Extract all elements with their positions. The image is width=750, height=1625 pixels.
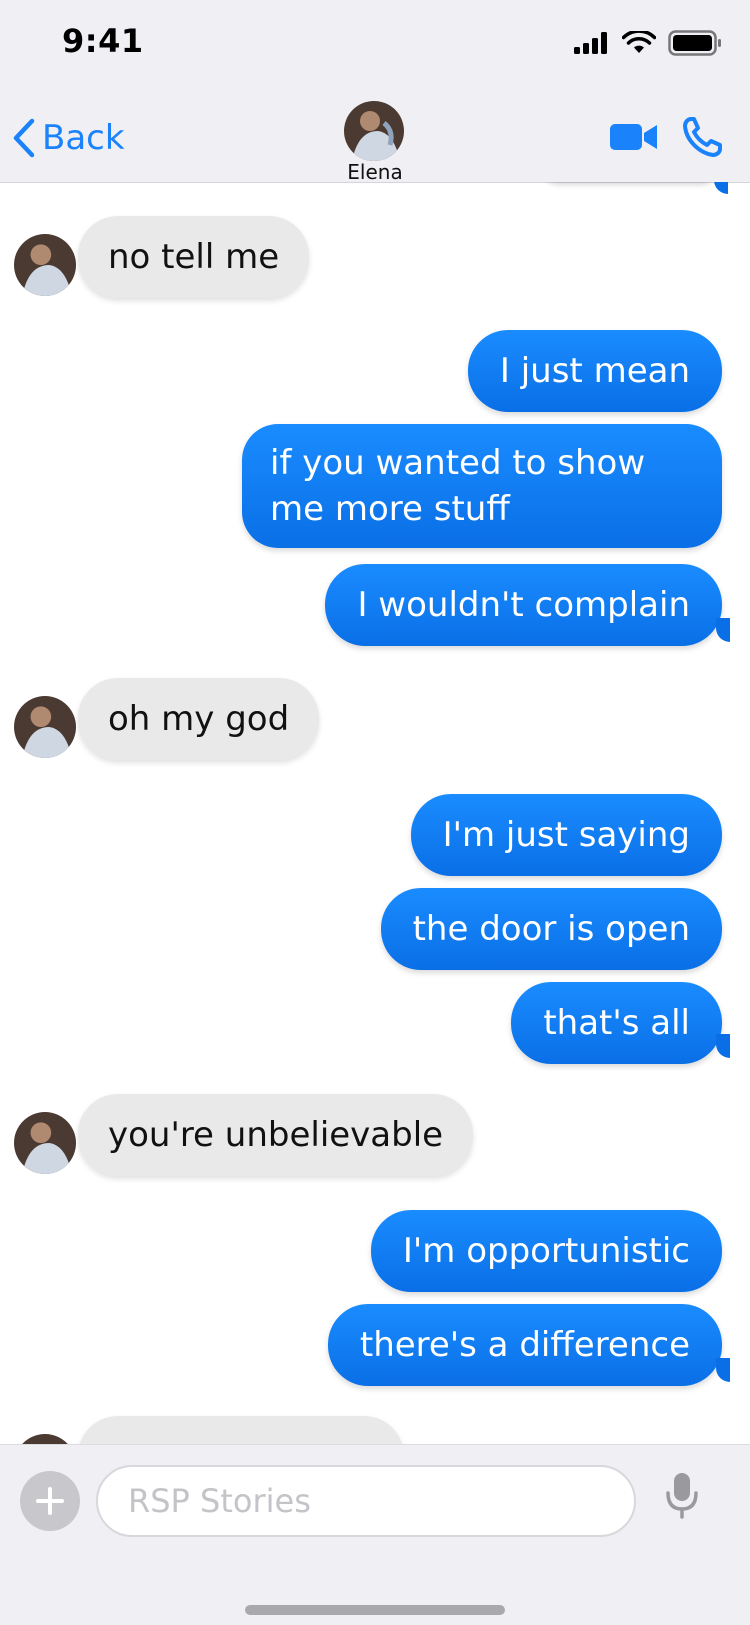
contact-avatar[interactable] bbox=[344, 101, 404, 161]
avatar[interactable] bbox=[14, 1112, 76, 1174]
bubble-tail bbox=[716, 1358, 730, 1382]
sent-message[interactable]: I just mean bbox=[467, 330, 722, 412]
avatar-photo bbox=[14, 234, 76, 296]
bubble-tail bbox=[714, 182, 728, 194]
back-label: Back bbox=[42, 118, 125, 158]
status-time: 9:41 bbox=[62, 22, 144, 60]
phone-call-button[interactable] bbox=[682, 116, 722, 162]
contact-name: Elena bbox=[347, 160, 403, 184]
avatar[interactable] bbox=[14, 1434, 76, 1444]
microphone-icon bbox=[666, 1473, 698, 1519]
received-message[interactable]: no tell me bbox=[78, 216, 310, 298]
wifi-icon bbox=[622, 31, 656, 53]
avatar-photo bbox=[14, 1112, 76, 1174]
received-message-partial[interactable] bbox=[78, 1416, 404, 1444]
avatar[interactable] bbox=[14, 696, 76, 758]
avatar-photo bbox=[344, 101, 404, 161]
avatar-photo bbox=[14, 696, 76, 758]
plus-icon bbox=[36, 1487, 64, 1515]
sent-message[interactable]: I'm just saying bbox=[410, 794, 722, 876]
phone-icon bbox=[683, 117, 722, 157]
compose-bar bbox=[0, 1444, 750, 1625]
home-indicator[interactable] bbox=[245, 1605, 505, 1615]
sent-message[interactable]: I'm opportunistic bbox=[370, 1210, 722, 1292]
video-camera-icon bbox=[610, 124, 657, 150]
message-list[interactable]: no tell me I just mean if you wanted to … bbox=[0, 182, 750, 1444]
microphone-button[interactable] bbox=[664, 1471, 700, 1523]
bubble-tail bbox=[716, 1034, 730, 1058]
status-bar: 9:41 bbox=[0, 0, 750, 88]
sent-message[interactable]: I wouldn't complain bbox=[325, 564, 722, 646]
avatar-photo bbox=[14, 1434, 76, 1444]
conversation-header: Back Elena bbox=[0, 88, 750, 184]
sent-message[interactable]: there's a difference bbox=[327, 1304, 722, 1386]
received-message[interactable]: oh my god bbox=[78, 678, 320, 760]
cellular-signal-icon bbox=[574, 32, 607, 54]
bubble-tail bbox=[716, 618, 730, 642]
add-button[interactable] bbox=[20, 1471, 80, 1531]
back-button[interactable]: Back bbox=[12, 116, 125, 160]
sent-message[interactable]: that's all bbox=[511, 982, 722, 1064]
sent-message[interactable]: the door is open bbox=[380, 888, 722, 970]
sent-message[interactable]: if you wanted to show me more stuff bbox=[242, 424, 722, 548]
video-call-button[interactable] bbox=[610, 122, 658, 156]
battery-icon bbox=[668, 30, 721, 56]
avatar[interactable] bbox=[14, 234, 76, 296]
message-input[interactable] bbox=[96, 1465, 636, 1537]
status-icons bbox=[574, 28, 722, 58]
chevron-left-icon bbox=[13, 118, 35, 158]
received-message[interactable]: you're unbelievable bbox=[78, 1094, 474, 1176]
